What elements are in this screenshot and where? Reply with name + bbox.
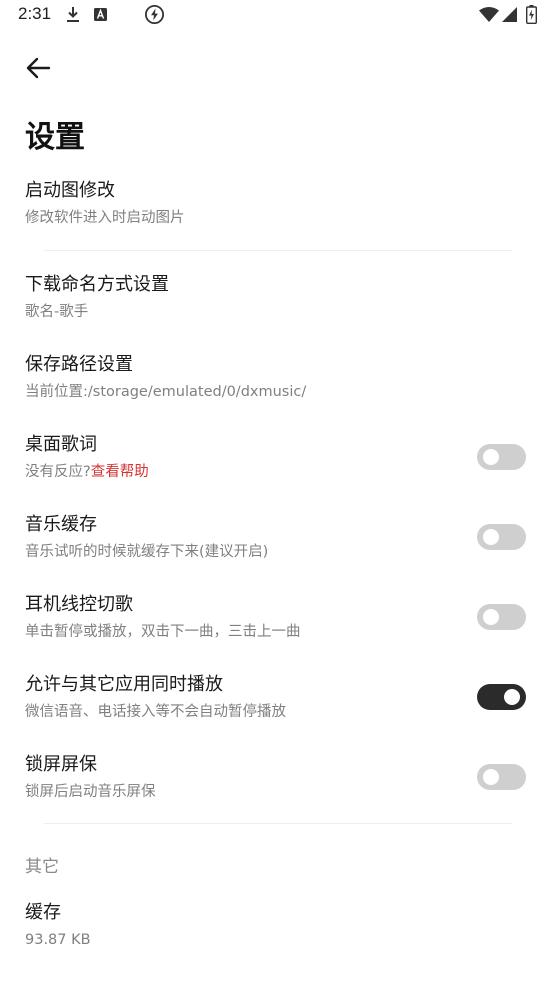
setting-title: 锁屏屏保 <box>25 754 97 775</box>
setting-headset-control[interactable]: 耳机线控切歌 单击暂停或播放，双击下一曲，三击上一曲 <box>0 584 554 650</box>
setting-title: 下载命名方式设置 <box>25 274 169 295</box>
setting-cache[interactable]: 缓存 93.87 KB <box>0 894 554 960</box>
setting-subtitle: 锁屏后启动音乐屏保 <box>25 784 156 800</box>
setting-title: 允许与其它应用同时播放 <box>25 674 223 695</box>
setting-subtitle: 歌名-歌手 <box>25 304 89 320</box>
setting-title: 启动图修改 <box>25 180 115 201</box>
setting-title: 音乐缓存 <box>25 514 97 535</box>
setting-subtitle-text: 没有反应? <box>25 464 91 480</box>
toggle-knob <box>504 689 520 705</box>
headset-control-toggle[interactable] <box>477 604 526 630</box>
status-bar: 2:31 <box>0 0 554 30</box>
setting-music-cache[interactable]: 音乐缓存 音乐试听的时候就缓存下来(建议开启) <box>0 504 554 570</box>
a-badge-icon <box>94 8 107 21</box>
toggle-knob <box>483 449 499 465</box>
setting-subtitle: 没有反应?查看帮助 <box>25 462 149 482</box>
arrow-left-icon <box>26 57 51 79</box>
view-help-link[interactable]: 查看帮助 <box>91 464 149 480</box>
setting-splash-image[interactable]: 启动图修改 修改软件进入时启动图片 <box>0 172 554 236</box>
signal-icon <box>502 7 517 22</box>
setting-subtitle: 当前位置:/storage/emulated/0/dxmusic/ <box>25 384 307 400</box>
download-icon <box>67 7 79 22</box>
status-time: 2:31 <box>18 4 52 23</box>
desktop-lyrics-toggle[interactable] <box>477 444 526 470</box>
toggle-knob <box>483 529 499 545</box>
setting-subtitle: 单击暂停或播放，双击下一曲，三击上一曲 <box>25 624 301 640</box>
wifi-icon <box>479 7 499 22</box>
setting-download-naming[interactable]: 下载命名方式设置 歌名-歌手 <box>0 264 554 330</box>
flash-icon <box>144 4 165 25</box>
lockscreen-saver-toggle[interactable] <box>477 764 526 790</box>
setting-desktop-lyrics[interactable]: 桌面歌词 没有反应?查看帮助 <box>0 424 554 490</box>
setting-lockscreen-saver[interactable]: 锁屏屏保 锁屏后启动音乐屏保 <box>0 744 554 810</box>
mix-playback-toggle[interactable] <box>477 684 526 710</box>
cache-size-value: 93.87 KB <box>25 932 91 948</box>
toggle-knob <box>483 769 499 785</box>
music-cache-toggle[interactable] <box>477 524 526 550</box>
divider <box>44 823 512 824</box>
toggle-knob <box>483 609 499 625</box>
setting-title: 桌面歌词 <box>25 434 97 455</box>
battery-icon <box>526 5 537 24</box>
setting-subtitle: 微信语音、电话接入等不会自动暂停播放 <box>25 704 286 720</box>
setting-save-path[interactable]: 保存路径设置 当前位置:/storage/emulated/0/dxmusic/ <box>0 344 554 410</box>
back-button[interactable] <box>18 48 58 88</box>
setting-subtitle: 音乐试听的时候就缓存下来(建议开启) <box>25 544 269 560</box>
setting-mix-playback[interactable]: 允许与其它应用同时播放 微信语音、电话接入等不会自动暂停播放 <box>0 664 554 730</box>
setting-title: 缓存 <box>25 902 61 923</box>
setting-subtitle: 修改软件进入时启动图片 <box>25 210 185 226</box>
section-header-other: 其它 <box>25 857 59 877</box>
setting-title: 耳机线控切歌 <box>25 594 133 615</box>
divider <box>44 250 512 251</box>
setting-title: 保存路径设置 <box>25 354 133 375</box>
page-title: 设置 <box>25 120 85 155</box>
